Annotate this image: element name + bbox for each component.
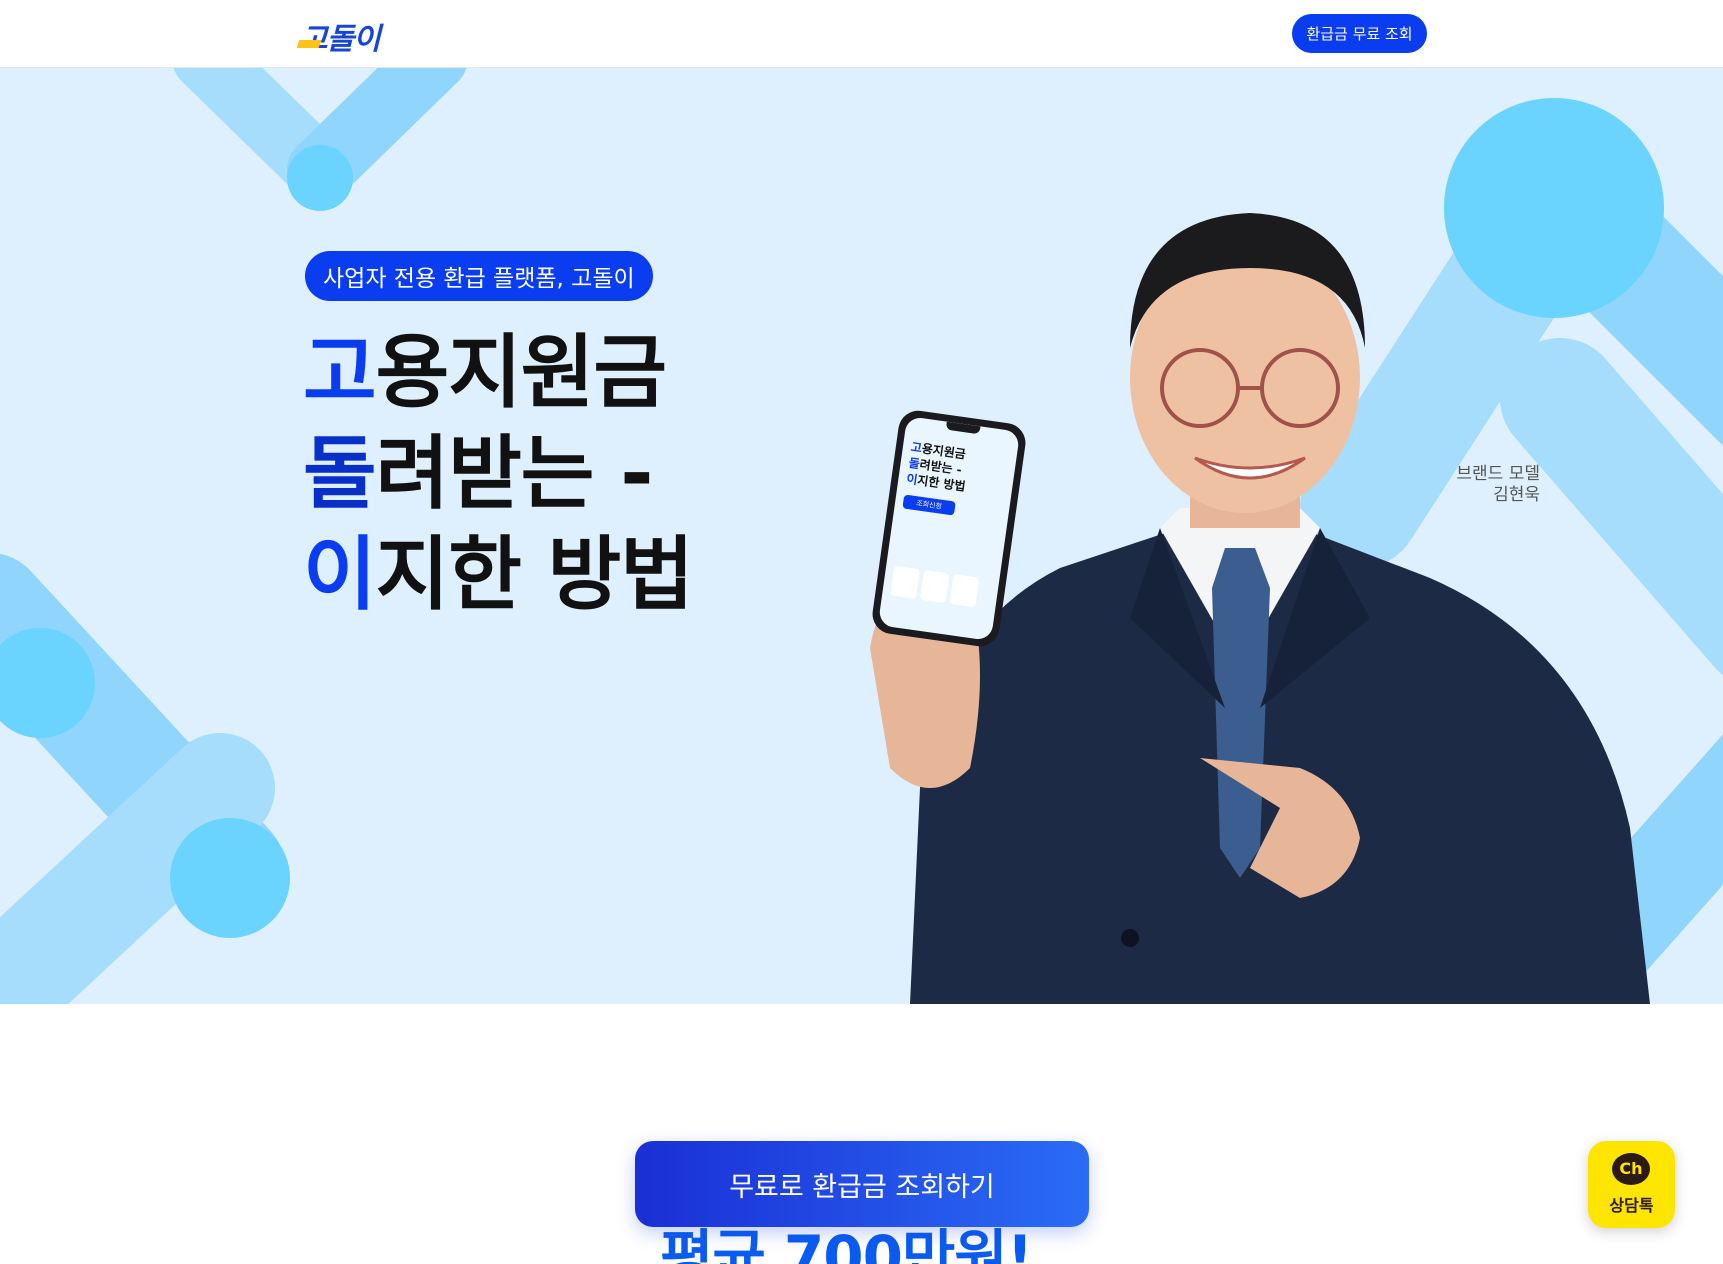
- average-refund-heading: 평균 700만원!: [660, 1223, 1033, 1264]
- model-caption: 브랜드 모델 김현욱: [1420, 464, 1540, 506]
- chat-bubble-icon: Ch: [1612, 1153, 1650, 1185]
- hero-tag-pill: 사업자 전용 환급 플랫폼, 고돌이: [305, 251, 653, 301]
- header-refund-check-button[interactable]: 환급금 무료 조회: [1292, 14, 1427, 53]
- phone-notch: [945, 421, 981, 435]
- hero-section: 사업자 전용 환급 플랫폼, 고돌이 고용지원금 돌려받는 - 이지한 방법 고…: [0, 68, 1723, 1004]
- phone-apply-button: 조회신청: [902, 494, 956, 516]
- site-header: 고돌이 환급금 무료 조회: [0, 0, 1723, 68]
- phone-screen: 고용지원금 돌려받는 - 이지한 방법 조회신청: [877, 416, 1021, 641]
- headline-accent-2: 돌: [303, 427, 377, 520]
- model-role: 브랜드 모델: [1456, 464, 1540, 484]
- model-name: 김현욱: [1493, 485, 1540, 505]
- kakao-chat-button[interactable]: Ch 상담톡: [1588, 1141, 1675, 1228]
- headline-line-3: 지한 방법: [375, 528, 694, 621]
- headline-line-2: 려받는 -: [375, 427, 654, 520]
- phone-card: [949, 574, 980, 608]
- logo-accent-bar: [296, 40, 322, 48]
- headline-accent-3: 이: [303, 528, 377, 621]
- phone-card: [890, 565, 921, 600]
- headline-accent-1: 고: [303, 326, 377, 419]
- phone-headline: 고용지원금 돌려받는 - 이지한 방법: [905, 439, 970, 495]
- brand-logo[interactable]: 고돌이: [296, 14, 381, 58]
- hero-headline: 고용지원금 돌려받는 - 이지한 방법: [303, 322, 694, 625]
- free-refund-check-button[interactable]: 무료로 환급금 조회하기: [635, 1141, 1089, 1227]
- chat-label: 상담톡: [1609, 1196, 1654, 1215]
- headline-line-1: 용지원금: [375, 326, 667, 419]
- phone-card: [919, 569, 950, 604]
